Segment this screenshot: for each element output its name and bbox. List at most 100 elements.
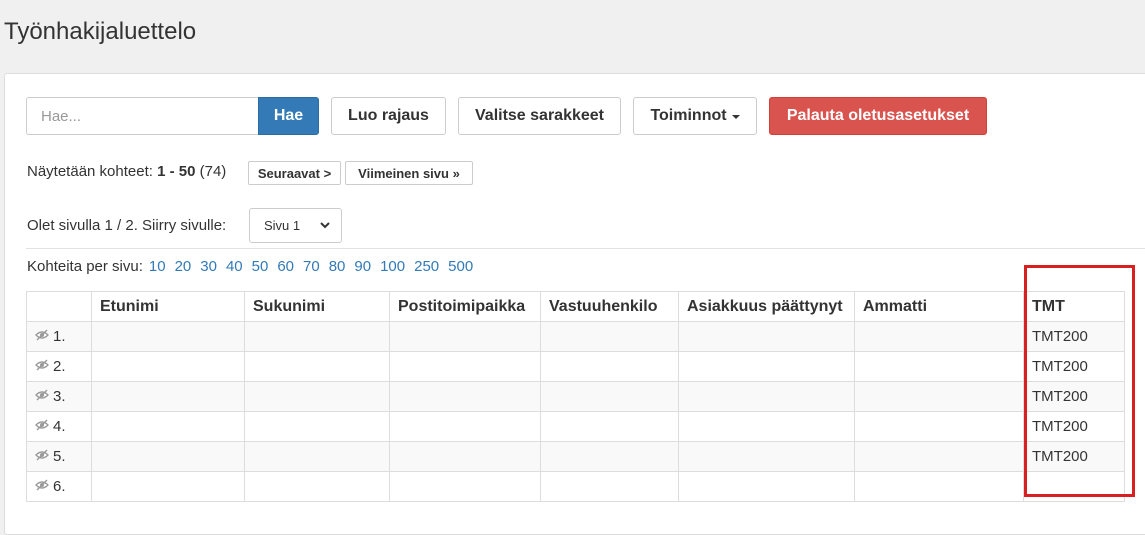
cell-etunimi <box>91 321 245 352</box>
per-page-option-60[interactable]: 60 <box>277 258 294 275</box>
table-row[interactable]: 5. TMT200 <box>26 441 1125 472</box>
row-number-cell: 1. <box>26 321 92 352</box>
cell-sukunimi <box>244 411 390 442</box>
row-number: 6. <box>53 478 66 495</box>
cell-vastuuhenkilo <box>540 381 679 412</box>
row-number: 5. <box>53 448 66 465</box>
create-filter-button[interactable]: Luo rajaus <box>331 97 446 135</box>
per-page-option-250[interactable]: 250 <box>414 258 439 275</box>
table-row[interactable]: 4. TMT200 <box>26 411 1125 442</box>
cell-sukunimi <box>244 351 390 382</box>
choose-columns-button[interactable]: Valitse sarakkeet <box>458 97 621 135</box>
cell-postitoimipaikka <box>389 351 541 382</box>
hidden-eye-icon[interactable] <box>35 358 51 374</box>
column-header-etunimi[interactable]: Etunimi <box>91 291 245 322</box>
divider <box>26 248 1145 249</box>
search-button[interactable]: Hae <box>258 97 319 135</box>
cell-postitoimipaikka <box>389 321 541 352</box>
cell-ammatti <box>854 321 1024 352</box>
per-page-selector: Kohteita per sivu: 10 20 30 40 50 60 70 80 90 100 2… <box>27 258 473 275</box>
applicant-table: Etunimi Sukunimi Postitoimipaikka Vastuu… <box>26 291 1125 502</box>
cell-tmt: TMT200 <box>1023 441 1125 472</box>
cell-sukunimi <box>244 441 390 472</box>
per-page-option-20[interactable]: 20 <box>175 258 192 275</box>
reset-defaults-button[interactable]: Palauta oletusasetukset <box>769 97 987 135</box>
cell-ammatti <box>854 441 1024 472</box>
row-number-cell: 5. <box>26 441 92 472</box>
row-number-cell: 6. <box>26 471 92 502</box>
cell-asiakkuus-paattynyt <box>678 381 855 412</box>
per-page-label: Kohteita per sivu: <box>27 258 143 275</box>
per-page-option-500[interactable]: 500 <box>448 258 473 275</box>
per-page-option-10[interactable]: 10 <box>149 258 166 275</box>
cell-sukunimi <box>244 321 390 352</box>
cell-vastuuhenkilo <box>540 441 679 472</box>
per-page-option-50[interactable]: 50 <box>252 258 269 275</box>
search-input[interactable] <box>26 97 258 135</box>
next-page-button[interactable]: Seuraavat > <box>248 161 341 185</box>
page-title: Työnhakijaluettelo <box>4 18 197 45</box>
table-row[interactable]: 2. TMT200 <box>26 351 1125 382</box>
cell-asiakkuus-paattynyt <box>678 411 855 442</box>
row-number: 4. <box>53 418 66 435</box>
column-header-ammatti[interactable]: Ammatti <box>854 291 1024 322</box>
hidden-eye-icon[interactable] <box>35 448 51 464</box>
cell-postitoimipaikka <box>389 411 541 442</box>
cell-etunimi <box>91 411 245 442</box>
cell-etunimi <box>91 351 245 382</box>
cell-etunimi <box>91 471 245 502</box>
cell-vastuuhenkilo <box>540 471 679 502</box>
table-header-row: Etunimi Sukunimi Postitoimipaikka Vastuu… <box>26 291 1125 322</box>
row-number: 2. <box>53 358 66 375</box>
cell-vastuuhenkilo <box>540 321 679 352</box>
table-row[interactable]: 3. TMT200 <box>26 381 1125 412</box>
column-header-tmt[interactable]: TMT <box>1023 291 1125 322</box>
column-header-postitoimipaikka[interactable]: Postitoimipaikka <box>389 291 541 322</box>
table-row[interactable]: 1. TMT200 <box>26 321 1125 352</box>
last-page-button[interactable]: Viimeinen sivu » <box>345 161 473 185</box>
table-body: 1. TMT200 2. TMT200 3. TMT200 4. TMT200 5. TMT200… <box>26 321 1125 502</box>
cell-postitoimipaikka <box>389 441 541 472</box>
per-page-option-30[interactable]: 30 <box>200 258 217 275</box>
cell-tmt: TMT200 <box>1023 321 1125 352</box>
cell-ammatti <box>854 381 1024 412</box>
row-number-cell: 3. <box>26 381 92 412</box>
cell-postitoimipaikka <box>389 381 541 412</box>
cell-postitoimipaikka <box>389 471 541 502</box>
per-page-option-90[interactable]: 90 <box>354 258 371 275</box>
column-header-sukunimi[interactable]: Sukunimi <box>244 291 390 322</box>
cell-asiakkuus-paattynyt <box>678 351 855 382</box>
cell-vastuuhenkilo <box>540 411 679 442</box>
cell-tmt: TMT200 <box>1023 381 1125 412</box>
cell-etunimi <box>91 381 245 412</box>
per-page-option-40[interactable]: 40 <box>226 258 243 275</box>
cell-sukunimi <box>244 471 390 502</box>
row-number-cell: 2. <box>26 351 92 382</box>
table-row[interactable]: 6. <box>26 471 1125 502</box>
hidden-eye-icon[interactable] <box>35 418 51 434</box>
cell-ammatti <box>854 471 1024 502</box>
row-number: 3. <box>53 388 66 405</box>
per-page-option-100[interactable]: 100 <box>380 258 405 275</box>
cell-tmt <box>1023 471 1125 502</box>
caret-down-icon <box>731 115 740 119</box>
hidden-eye-icon[interactable] <box>35 388 51 404</box>
cell-vastuuhenkilo <box>540 351 679 382</box>
cell-asiakkuus-paattynyt <box>678 471 855 502</box>
hidden-eye-icon[interactable] <box>35 478 51 494</box>
showing-prefix: Näytetään kohteet: <box>27 163 153 180</box>
hidden-eye-icon[interactable] <box>35 328 51 344</box>
per-page-option-80[interactable]: 80 <box>329 258 346 275</box>
actions-label: Toiminnot <box>650 107 727 124</box>
current-page-text: Olet sivulla 1 / 2. Siirry sivulle: <box>27 217 227 234</box>
column-header-asiakkuus-paattynyt[interactable]: Asiakkuus päättynyt <box>678 291 855 322</box>
cell-sukunimi <box>244 381 390 412</box>
per-page-option-70[interactable]: 70 <box>303 258 320 275</box>
cell-asiakkuus-paattynyt <box>678 441 855 472</box>
column-header-vastuuhenkilo[interactable]: Vastuuhenkilo <box>540 291 679 322</box>
column-header-row-number <box>26 291 92 322</box>
chevron-down-icon <box>319 219 331 234</box>
actions-dropdown-button[interactable]: Toiminnot <box>633 97 757 135</box>
row-number-cell: 4. <box>26 411 92 442</box>
page-select[interactable]: Sivu 1 <box>249 208 342 243</box>
